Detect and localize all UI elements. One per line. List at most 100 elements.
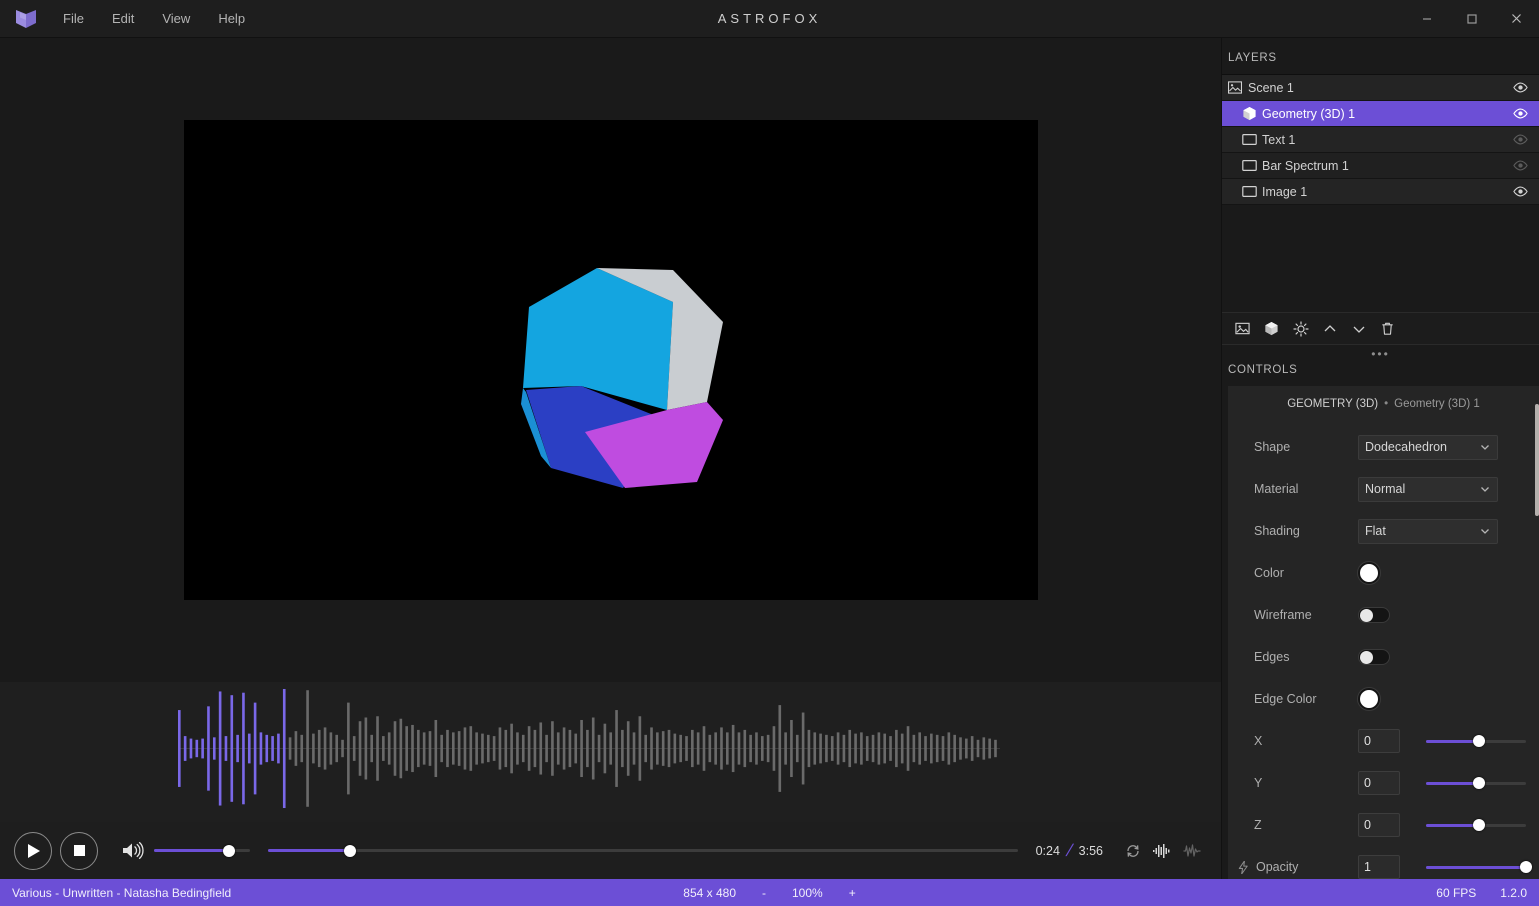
volume-high-icon[interactable] [122, 842, 144, 859]
control-number-input[interactable] [1358, 855, 1400, 879]
seek-knob[interactable] [344, 844, 357, 857]
layer-visibility-eye-icon[interactable] [1511, 82, 1529, 93]
menu-item-help[interactable]: Help [207, 7, 256, 30]
chevron-down-icon [1479, 483, 1491, 495]
control-number-input[interactable] [1358, 813, 1400, 837]
right-panel: LAYERS Scene 1 Geometry (3D) 1 Text 1 Bar S… [1221, 38, 1539, 879]
delete-layer-button[interactable] [1373, 314, 1402, 343]
control-select-value: Flat [1365, 524, 1386, 538]
control-label-text: Edge Color [1254, 692, 1317, 706]
add-effect-button[interactable] [1286, 314, 1315, 343]
menu-item-view[interactable]: View [151, 7, 201, 30]
control-label-text: Y [1254, 776, 1263, 790]
zoom-out-button[interactable]: - [762, 886, 766, 900]
control-label: Edge Color [1254, 692, 1358, 706]
control-label: Shading [1254, 524, 1358, 538]
layer-row[interactable]: Text 1 [1222, 127, 1539, 153]
layer-visibility-eye-icon[interactable] [1511, 134, 1529, 145]
zoom-in-button[interactable]: + [849, 886, 856, 900]
control-number-input[interactable] [1358, 771, 1400, 795]
layers-empty-space [1222, 205, 1539, 312]
layer-name: Bar Spectrum 1 [1262, 158, 1349, 173]
dodecahedron-render [183, 119, 1038, 600]
controls-scrollbar[interactable] [1535, 404, 1539, 516]
layer-visibility-eye-icon[interactable] [1511, 186, 1529, 197]
total-time: 3:56 [1078, 843, 1103, 858]
move-layer-up-button[interactable] [1315, 314, 1344, 343]
slider-fill [1426, 865, 1526, 869]
slider-fill [1426, 823, 1479, 827]
layer-row[interactable]: Image 1 [1222, 179, 1539, 205]
time-display: 0:24 / 3:56 [1036, 841, 1103, 861]
control-select-value: Normal [1365, 482, 1406, 496]
color-swatch[interactable] [1358, 562, 1380, 584]
controls-card-title: GEOMETRY (3D) • Geometry (3D) 1 [1228, 386, 1539, 426]
preview-canvas[interactable] [183, 119, 1038, 600]
loop-button[interactable] [1125, 843, 1141, 859]
layer-name: Image 1 [1262, 184, 1308, 199]
stop-button[interactable] [60, 831, 98, 870]
slider-knob[interactable] [1473, 777, 1485, 789]
close-icon[interactable] [1494, 0, 1539, 37]
play-button[interactable] [14, 831, 52, 870]
layer-row[interactable]: Scene 1 [1222, 75, 1539, 101]
controls-card-type: GEOMETRY (3D) [1287, 398, 1379, 410]
controls-scroll-area: GEOMETRY (3D) • Geometry (3D) 1 Shape Dodec… [1222, 386, 1539, 879]
add-image-layer-button[interactable] [1228, 314, 1257, 343]
controls-card-separator: • [1384, 398, 1389, 410]
control-label: Y [1254, 776, 1358, 790]
control-slider[interactable] [1426, 775, 1526, 791]
add-3d-layer-button[interactable] [1257, 314, 1286, 343]
layer-toolbar [1222, 312, 1539, 345]
menu-item-edit[interactable]: Edit [101, 7, 145, 30]
toggle-switch[interactable] [1358, 649, 1390, 665]
control-row-edges: Edges [1228, 636, 1539, 678]
control-slider[interactable] [1426, 733, 1526, 749]
control-number-input[interactable] [1358, 729, 1400, 753]
control-slider[interactable] [1426, 859, 1532, 875]
layers-panel-header: LAYERS [1228, 52, 1277, 64]
waveform-panel[interactable] [0, 681, 1221, 822]
control-select[interactable]: Flat [1358, 518, 1498, 544]
control-select[interactable]: Normal [1358, 476, 1498, 502]
slider-knob[interactable] [1473, 735, 1485, 747]
toggle-switch[interactable] [1358, 607, 1390, 623]
move-layer-down-button[interactable] [1344, 314, 1373, 343]
scene-image-icon [1222, 81, 1248, 94]
layer-visibility-eye-icon[interactable] [1511, 160, 1529, 171]
slider-knob[interactable] [1520, 861, 1532, 873]
status-track-name: Various - Unwritten - Natasha Bedingfiel… [12, 885, 232, 900]
maximize-icon[interactable] [1449, 0, 1494, 37]
chevron-down-icon [1479, 525, 1491, 537]
reactor-bolt-icon[interactable] [1238, 860, 1250, 874]
layer-row[interactable]: Geometry (3D) 1 [1222, 101, 1539, 127]
color-swatch[interactable] [1358, 688, 1380, 710]
seek-slider[interactable] [268, 843, 1018, 859]
minimize-icon[interactable] [1404, 0, 1449, 37]
slider-knob[interactable] [1473, 819, 1485, 831]
control-label-text: Color [1254, 566, 1284, 580]
layer-row[interactable]: Bar Spectrum 1 [1222, 153, 1539, 179]
spectrum-view-button[interactable] [1153, 843, 1171, 858]
menu-item-file[interactable]: File [52, 7, 95, 30]
control-row-wireframe: Wireframe [1228, 594, 1539, 636]
layer-name: Scene 1 [1248, 80, 1294, 95]
astrofox-logo-icon [0, 9, 52, 29]
panel-resize-handle[interactable]: ••• [1222, 345, 1539, 362]
control-label-text: Edges [1254, 650, 1290, 664]
astrofox-window: File Edit View Help ASTROFOX 0:24 / 3:56… [0, 0, 1539, 906]
control-label-text: Shape [1254, 440, 1291, 454]
toggle-knob [1360, 651, 1373, 664]
waveform-view-button[interactable] [1183, 843, 1201, 858]
volume-slider[interactable] [154, 843, 250, 859]
control-slider[interactable] [1426, 817, 1526, 833]
control-select[interactable]: Dodecahedron [1358, 434, 1498, 460]
status-version: 1.2.0 [1500, 885, 1527, 900]
control-row-shape: Shape Dodecahedron [1228, 426, 1539, 468]
volume-fill [154, 849, 229, 852]
layer-visibility-eye-icon[interactable] [1511, 108, 1529, 119]
cube-3d-icon [1236, 106, 1262, 121]
control-row-x: X [1228, 720, 1539, 762]
control-label-text: X [1254, 734, 1263, 748]
volume-knob[interactable] [222, 844, 235, 857]
